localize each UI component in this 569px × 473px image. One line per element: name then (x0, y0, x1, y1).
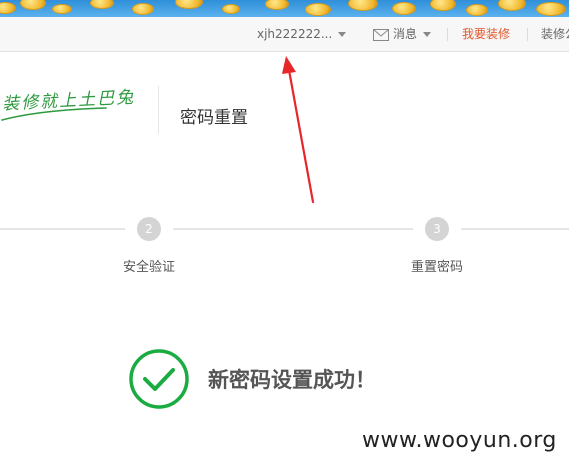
user-toolbar: xjh222222... 消息 我要装修 装修公 (0, 17, 569, 52)
step-number: 3 (425, 217, 449, 241)
success-check-icon (129, 349, 189, 409)
step-connector (0, 228, 125, 230)
top-banner (0, 0, 569, 17)
decoration-company-link[interactable]: 装修公 (541, 17, 569, 52)
page-title: 密码重置 (180, 108, 248, 128)
site-logo[interactable]: 装修就上土巴兔 (0, 80, 150, 135)
mail-icon (373, 28, 389, 41)
watermark: www.wooyun.org (362, 428, 557, 453)
step-label: 重置密码 (411, 260, 464, 275)
success-message: 新密码设置成功！ (208, 368, 376, 392)
messages-menu[interactable]: 消息 (373, 17, 432, 52)
step-number: 2 (137, 217, 161, 241)
step-connector (173, 228, 413, 230)
decorate-link[interactable]: 我要装修 (462, 17, 510, 52)
messages-label: 消息 (393, 27, 418, 41)
toolbar-divider (527, 28, 528, 41)
header-divider (158, 86, 159, 134)
step-label: 安全验证 (123, 260, 176, 275)
annotation-arrow (282, 56, 315, 204)
step-connector (461, 228, 569, 230)
toolbar-divider (447, 28, 448, 41)
logo-swoosh (1, 107, 107, 121)
chevron-down-icon (338, 32, 347, 37)
username-label: xjh222222... (257, 27, 333, 41)
chevron-down-icon (423, 32, 432, 37)
user-menu[interactable]: xjh222222... (257, 17, 347, 52)
